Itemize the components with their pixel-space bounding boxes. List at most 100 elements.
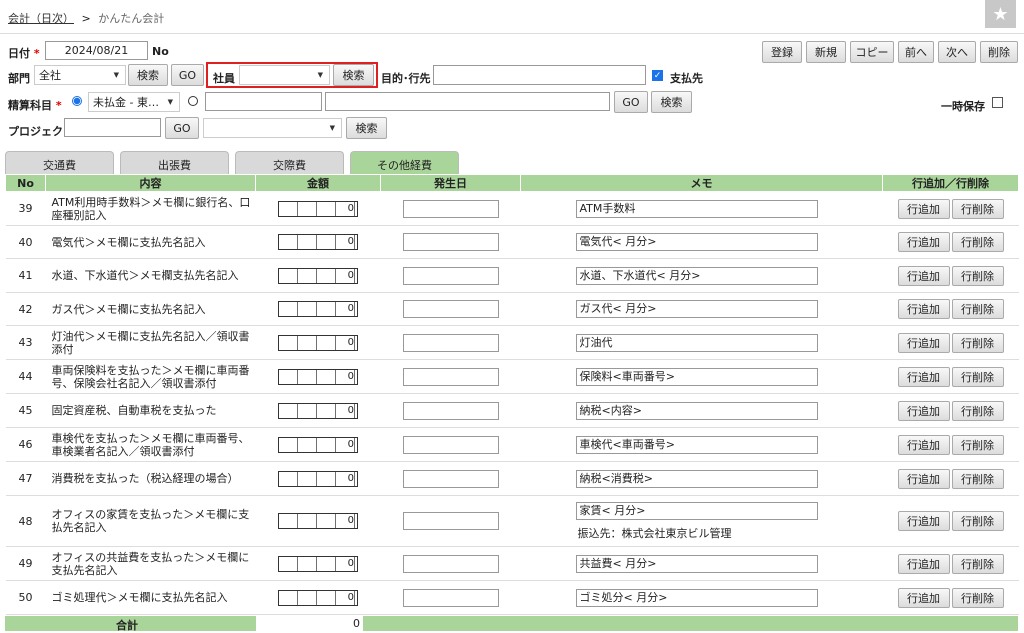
account-code-input[interactable] — [205, 92, 322, 111]
amount-input[interactable]: 0 — [278, 589, 358, 606]
memo-input[interactable]: ゴミ処分< 月分> — [575, 588, 818, 607]
memo-input[interactable]: ATM手数料 — [575, 199, 818, 218]
amount-input[interactable]: 0 — [278, 436, 358, 453]
add-row-button[interactable]: 行追加 — [897, 400, 950, 421]
amount-input[interactable]: 0 — [278, 555, 358, 572]
date-input[interactable] — [402, 233, 499, 251]
toolbar-button-3[interactable]: 前へ — [898, 41, 934, 63]
purpose-label: 目的･行先 — [381, 72, 431, 85]
chevron-down-icon: ▼ — [113, 71, 119, 79]
memo-input[interactable]: 保険料<車両番号> — [575, 367, 818, 386]
project-search-button[interactable]: 検索 — [346, 117, 387, 139]
amount-input[interactable]: 0 — [278, 368, 358, 385]
delete-row-button[interactable]: 行削除 — [951, 434, 1004, 455]
delete-row-button[interactable]: 行削除 — [951, 299, 1004, 319]
table-row: 42 ガス代＞メモ欄に支払先名記入 0 ガス代< 月分> 行追加 行削除 — [5, 292, 1019, 326]
chevron-down-icon: ▼ — [329, 124, 335, 132]
favorite-star-icon[interactable]: ★ — [985, 0, 1016, 28]
amount-input[interactable]: 0 — [278, 513, 358, 529]
amount-value: 0 — [347, 202, 354, 214]
payee-checkbox[interactable]: ✓ — [652, 70, 663, 81]
breadcrumb-parent-link[interactable]: 会計（日次） — [8, 12, 74, 25]
breadcrumb: 会計（日次） > かんたん会計 — [8, 10, 164, 26]
date-input[interactable]: 2024/08/21 — [45, 41, 148, 60]
account-radio-input[interactable] — [188, 96, 198, 106]
purpose-input[interactable] — [433, 65, 646, 85]
amount-input[interactable]: 0 — [278, 234, 358, 250]
account-go-button[interactable]: GO — [614, 91, 648, 113]
amount-input[interactable]: 0 — [278, 402, 358, 419]
account-search-button[interactable]: 検索 — [651, 91, 692, 113]
project-select[interactable]: ▼ — [203, 118, 342, 138]
amount-input[interactable]: 0 — [278, 267, 358, 284]
toolbar-button-1[interactable]: 新規 — [806, 41, 846, 63]
row-no: 48 — [5, 495, 46, 547]
add-row-button[interactable]: 行追加 — [897, 587, 950, 608]
delete-row-button[interactable]: 行削除 — [951, 265, 1004, 286]
delete-row-button[interactable]: 行削除 — [951, 553, 1004, 574]
memo-input[interactable]: 灯油代 — [575, 333, 818, 352]
dept-go-button[interactable]: GO — [171, 64, 204, 86]
date-input[interactable] — [402, 512, 499, 530]
memo-input[interactable]: 家賃< 月分> — [575, 501, 818, 520]
employee-search-button[interactable]: 検索 — [333, 64, 374, 86]
dept-select[interactable]: 全社 ▼ — [34, 65, 126, 85]
toolbar-button-4[interactable]: 次へ — [938, 41, 976, 63]
delete-row-button[interactable]: 行削除 — [951, 366, 1004, 387]
delete-row-button[interactable]: 行削除 — [951, 400, 1004, 421]
add-row-button[interactable]: 行追加 — [897, 366, 950, 387]
memo-input[interactable]: 水道、下水道代< 月分> — [575, 266, 818, 285]
toolbar-button-0[interactable]: 登録 — [762, 41, 802, 63]
memo-input[interactable]: 電気代< 月分> — [575, 233, 818, 251]
account-name-input[interactable] — [325, 92, 610, 111]
add-row-button[interactable]: 行追加 — [897, 198, 950, 219]
memo-input[interactable]: 車検代<車両番号> — [575, 435, 818, 454]
account-radio-select[interactable] — [72, 96, 82, 106]
date-input[interactable] — [402, 300, 499, 318]
add-row-button[interactable]: 行追加 — [897, 468, 950, 489]
amount-value: 0 — [347, 591, 354, 603]
amount-input[interactable]: 0 — [278, 301, 358, 317]
project-go-button[interactable]: GO — [165, 117, 199, 139]
date-input[interactable] — [402, 435, 499, 454]
toolbar-button-2[interactable]: コピー — [850, 41, 894, 63]
delete-row-button[interactable]: 行削除 — [951, 232, 1004, 252]
date-input[interactable] — [402, 199, 499, 218]
amount-input[interactable]: 0 — [278, 200, 358, 217]
delete-row-button[interactable]: 行削除 — [951, 587, 1004, 608]
date-input[interactable] — [402, 367, 499, 386]
date-input[interactable] — [402, 554, 499, 573]
date-input[interactable] — [402, 266, 499, 285]
memo-input[interactable]: ガス代< 月分> — [575, 300, 818, 318]
dept-search-button[interactable]: 検索 — [128, 64, 168, 86]
amount-input[interactable]: 0 — [278, 470, 358, 487]
memo-input[interactable]: 納税<消費税> — [575, 469, 818, 488]
add-row-button[interactable]: 行追加 — [897, 553, 950, 574]
add-row-button[interactable]: 行追加 — [897, 265, 950, 286]
date-input[interactable] — [402, 333, 499, 352]
add-row-button[interactable]: 行追加 — [897, 511, 950, 531]
delete-row-button[interactable]: 行削除 — [951, 332, 1004, 353]
account-select[interactable]: 未払金 - 東… ▼ — [88, 92, 180, 112]
employee-select[interactable]: ▼ — [239, 65, 330, 85]
date-input[interactable] — [402, 469, 499, 488]
date-input[interactable] — [402, 401, 499, 420]
memo-input[interactable]: 納税<内容> — [575, 401, 818, 420]
amount-input[interactable]: 0 — [278, 334, 358, 351]
project-code-input[interactable] — [64, 118, 161, 137]
delete-row-button[interactable]: 行削除 — [951, 511, 1004, 531]
date-input[interactable] — [402, 588, 499, 607]
row-desc: 消費税を支払った（税込経理の場合） — [45, 461, 256, 496]
amount-value: 0 — [347, 404, 354, 416]
add-row-button[interactable]: 行追加 — [897, 332, 950, 353]
add-row-button[interactable]: 行追加 — [897, 232, 950, 252]
toolbar-button-5[interactable]: 削除 — [980, 41, 1018, 63]
account-label: 精算科目 * — [8, 99, 62, 112]
delete-row-button[interactable]: 行削除 — [951, 198, 1004, 219]
add-row-button[interactable]: 行追加 — [897, 299, 950, 319]
temp-save-checkbox[interactable] — [992, 97, 1003, 108]
add-row-button[interactable]: 行追加 — [897, 434, 950, 455]
memo-input[interactable]: 共益費< 月分> — [575, 554, 818, 573]
amount-value: 0 — [347, 472, 354, 484]
delete-row-button[interactable]: 行削除 — [951, 468, 1004, 489]
